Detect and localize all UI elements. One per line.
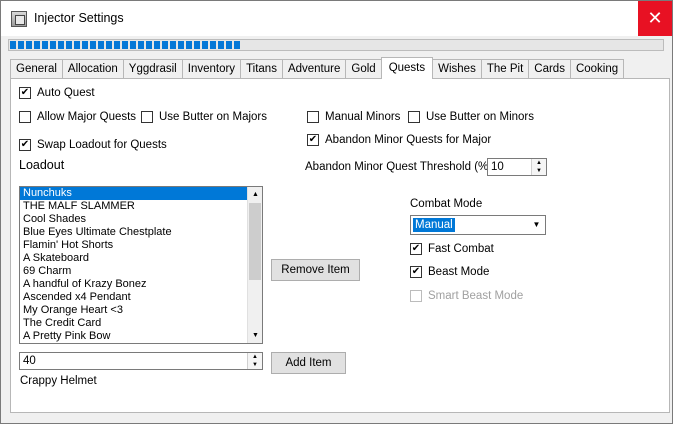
use-butter-minors-checkbox[interactable]: Use Butter on Minors bbox=[408, 111, 534, 123]
check-icon bbox=[408, 111, 420, 123]
progress-bar-fill bbox=[10, 41, 241, 49]
smart-beast-mode-checkbox: Smart Beast Mode bbox=[410, 290, 523, 302]
threshold-spin-buttons[interactable]: ▲ ▼ bbox=[531, 159, 546, 175]
list-item[interactable]: A Skateboard bbox=[20, 252, 262, 265]
item-id-value[interactable]: 40 bbox=[23, 354, 36, 369]
auto-quest-label: Auto Quest bbox=[37, 87, 95, 99]
chevron-down-icon[interactable]: ▼ bbox=[529, 217, 544, 233]
tab-cards[interactable]: Cards bbox=[528, 59, 571, 79]
list-item[interactable]: Nunchuks bbox=[20, 187, 262, 200]
list-item[interactable]: Flamin' Hot Shorts bbox=[20, 239, 262, 252]
manual-minors-checkbox[interactable]: Manual Minors bbox=[307, 111, 400, 123]
list-item[interactable]: My Orange Heart <3 bbox=[20, 304, 262, 317]
scroll-down-icon[interactable]: ▼ bbox=[248, 328, 262, 343]
threshold-value[interactable]: 10 bbox=[491, 160, 504, 175]
scroll-up-icon[interactable]: ▲ bbox=[248, 187, 262, 202]
swap-loadout-checkbox[interactable]: ✔ Swap Loadout for Quests bbox=[19, 139, 167, 151]
allow-major-quests-label: Allow Major Quests bbox=[37, 111, 137, 123]
spin-up-icon[interactable]: ▲ bbox=[248, 353, 262, 361]
spin-down-icon[interactable]: ▼ bbox=[532, 167, 546, 175]
tab-cooking[interactable]: Cooking bbox=[569, 59, 625, 79]
app-icon bbox=[11, 11, 27, 27]
fast-combat-checkbox[interactable]: ✔ Fast Combat bbox=[410, 243, 494, 255]
abandon-minor-label: Abandon Minor Quests for Major bbox=[325, 134, 492, 146]
spin-up-icon[interactable]: ▲ bbox=[532, 159, 546, 167]
use-butter-majors-label: Use Butter on Majors bbox=[159, 111, 268, 123]
check-icon: ✔ bbox=[307, 134, 319, 146]
tab-wishes[interactable]: Wishes bbox=[432, 59, 482, 79]
check-icon bbox=[19, 111, 31, 123]
abandon-minor-checkbox[interactable]: ✔ Abandon Minor Quests for Major bbox=[307, 134, 491, 146]
swap-loadout-label: Swap Loadout for Quests bbox=[37, 139, 167, 151]
check-icon: ✔ bbox=[19, 87, 31, 99]
item-name-label: Crappy Helmet bbox=[20, 375, 97, 387]
threshold-spinner[interactable]: 10 ▲ ▼ bbox=[487, 158, 547, 176]
tab-strip: General Allocation Yggdrasil Inventory Titan… bbox=[10, 57, 625, 79]
tab-titans[interactable]: Titans bbox=[240, 59, 283, 79]
list-item[interactable]: A handful of Krazy Bonez bbox=[20, 278, 262, 291]
list-item[interactable]: Cool Shades bbox=[20, 213, 262, 226]
tab-allocation[interactable]: Allocation bbox=[61, 59, 124, 79]
loadout-listbox[interactable]: Nunchuks THE MALF SLAMMER Cool Shades Blue … bbox=[19, 186, 263, 344]
list-item[interactable]: THE MALF SLAMMER bbox=[20, 200, 262, 213]
tab-yggdrasil[interactable]: Yggdrasil bbox=[122, 59, 183, 79]
auto-quest-checkbox[interactable]: ✔ Auto Quest bbox=[19, 87, 95, 99]
item-id-spinner[interactable]: 40 ▲ ▼ bbox=[19, 352, 263, 370]
tab-adventure[interactable]: Adventure bbox=[281, 59, 347, 79]
progress-bar bbox=[8, 39, 664, 51]
scroll-thumb[interactable] bbox=[249, 203, 261, 280]
beast-mode-label: Beast Mode bbox=[428, 266, 490, 278]
check-icon: ✔ bbox=[19, 139, 31, 151]
loadout-heading: Loadout bbox=[19, 158, 65, 172]
tab-general[interactable]: General bbox=[10, 59, 63, 79]
combat-mode-value: Manual bbox=[413, 218, 455, 232]
item-id-spin-buttons[interactable]: ▲ ▼ bbox=[247, 353, 262, 369]
manual-minors-label: Manual Minors bbox=[325, 111, 401, 123]
close-button[interactable]: ✕ bbox=[638, 1, 672, 36]
add-item-button[interactable]: Add Item bbox=[271, 352, 346, 374]
loadout-scrollbar[interactable]: ▲ ▼ bbox=[247, 187, 262, 343]
allow-major-quests-checkbox[interactable]: Allow Major Quests bbox=[19, 111, 136, 123]
threshold-label: Abandon Minor Quest Threshold (%) bbox=[305, 161, 493, 173]
loadout-items: Nunchuks THE MALF SLAMMER Cool Shades Blue … bbox=[20, 187, 262, 343]
tab-quests[interactable]: Quests bbox=[380, 57, 434, 79]
tab-gold[interactable]: Gold bbox=[345, 59, 382, 79]
spin-down-icon[interactable]: ▼ bbox=[248, 361, 262, 369]
smart-beast-mode-label: Smart Beast Mode bbox=[428, 290, 524, 302]
window-title: Injector Settings bbox=[34, 11, 124, 25]
list-item[interactable]: Ascended x4 Pendant bbox=[20, 291, 262, 304]
use-butter-minors-label: Use Butter on Minors bbox=[426, 111, 535, 123]
combat-mode-label: Combat Mode bbox=[410, 198, 483, 210]
remove-item-button[interactable]: Remove Item bbox=[271, 259, 360, 281]
check-icon bbox=[410, 290, 422, 302]
check-icon: ✔ bbox=[410, 243, 422, 255]
list-item[interactable]: The Credit Card bbox=[20, 317, 262, 330]
beast-mode-checkbox[interactable]: ✔ Beast Mode bbox=[410, 266, 489, 278]
list-item[interactable]: A Pretty Pink Bow bbox=[20, 330, 262, 343]
check-icon: ✔ bbox=[410, 266, 422, 278]
check-icon bbox=[307, 111, 319, 123]
title-bar: Injector Settings ✕ bbox=[1, 1, 672, 36]
combat-mode-dropdown[interactable]: Manual ▼ bbox=[410, 215, 546, 235]
use-butter-majors-checkbox[interactable]: Use Butter on Majors bbox=[141, 111, 267, 123]
check-icon bbox=[141, 111, 153, 123]
list-item[interactable]: Blue Eyes Ultimate Chestplate bbox=[20, 226, 262, 239]
tab-inventory[interactable]: Inventory bbox=[181, 59, 242, 79]
list-item[interactable]: 69 Charm bbox=[20, 265, 262, 278]
fast-combat-label: Fast Combat bbox=[428, 243, 494, 255]
tab-the-pit[interactable]: The Pit bbox=[480, 59, 530, 79]
